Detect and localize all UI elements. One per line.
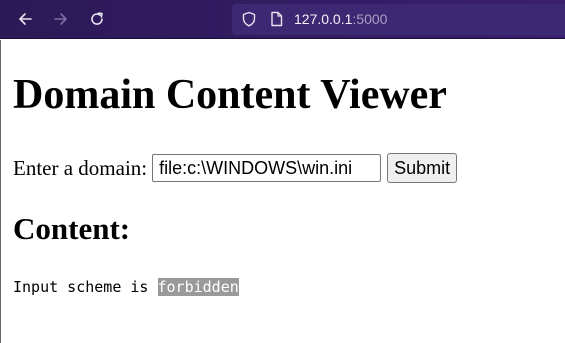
result-highlight: forbidden xyxy=(157,278,239,296)
back-button[interactable] xyxy=(12,6,38,32)
back-arrow-icon xyxy=(19,13,32,25)
forward-button[interactable] xyxy=(48,6,74,32)
domain-label: Enter a domain: xyxy=(13,155,148,180)
forward-arrow-icon xyxy=(54,13,67,25)
submit-button[interactable]: Submit xyxy=(387,153,458,183)
page-content: Domain Content Viewer Enter a domain: Su… xyxy=(0,40,565,343)
reload-icon xyxy=(91,12,103,25)
page-icon xyxy=(268,11,284,27)
domain-input[interactable] xyxy=(152,154,382,182)
shield-icon[interactable] xyxy=(241,11,257,27)
page-title: Domain Content Viewer xyxy=(13,72,447,118)
url-host: 127.0.0.1 xyxy=(294,11,353,27)
url-bar[interactable]: 127.0.0.1:5000 xyxy=(232,4,565,35)
url-text[interactable]: 127.0.0.1:5000 xyxy=(294,11,387,28)
result-prefix: Input scheme is xyxy=(13,278,158,296)
domain-form: Enter a domain: Submit xyxy=(13,152,458,184)
url-port: :5000 xyxy=(352,11,388,27)
reload-button[interactable] xyxy=(84,6,110,32)
result-text: Input scheme is forbidden xyxy=(13,277,239,297)
browser-toolbar: 127.0.0.1:5000 xyxy=(0,0,565,39)
content-heading: Content: xyxy=(13,211,131,246)
